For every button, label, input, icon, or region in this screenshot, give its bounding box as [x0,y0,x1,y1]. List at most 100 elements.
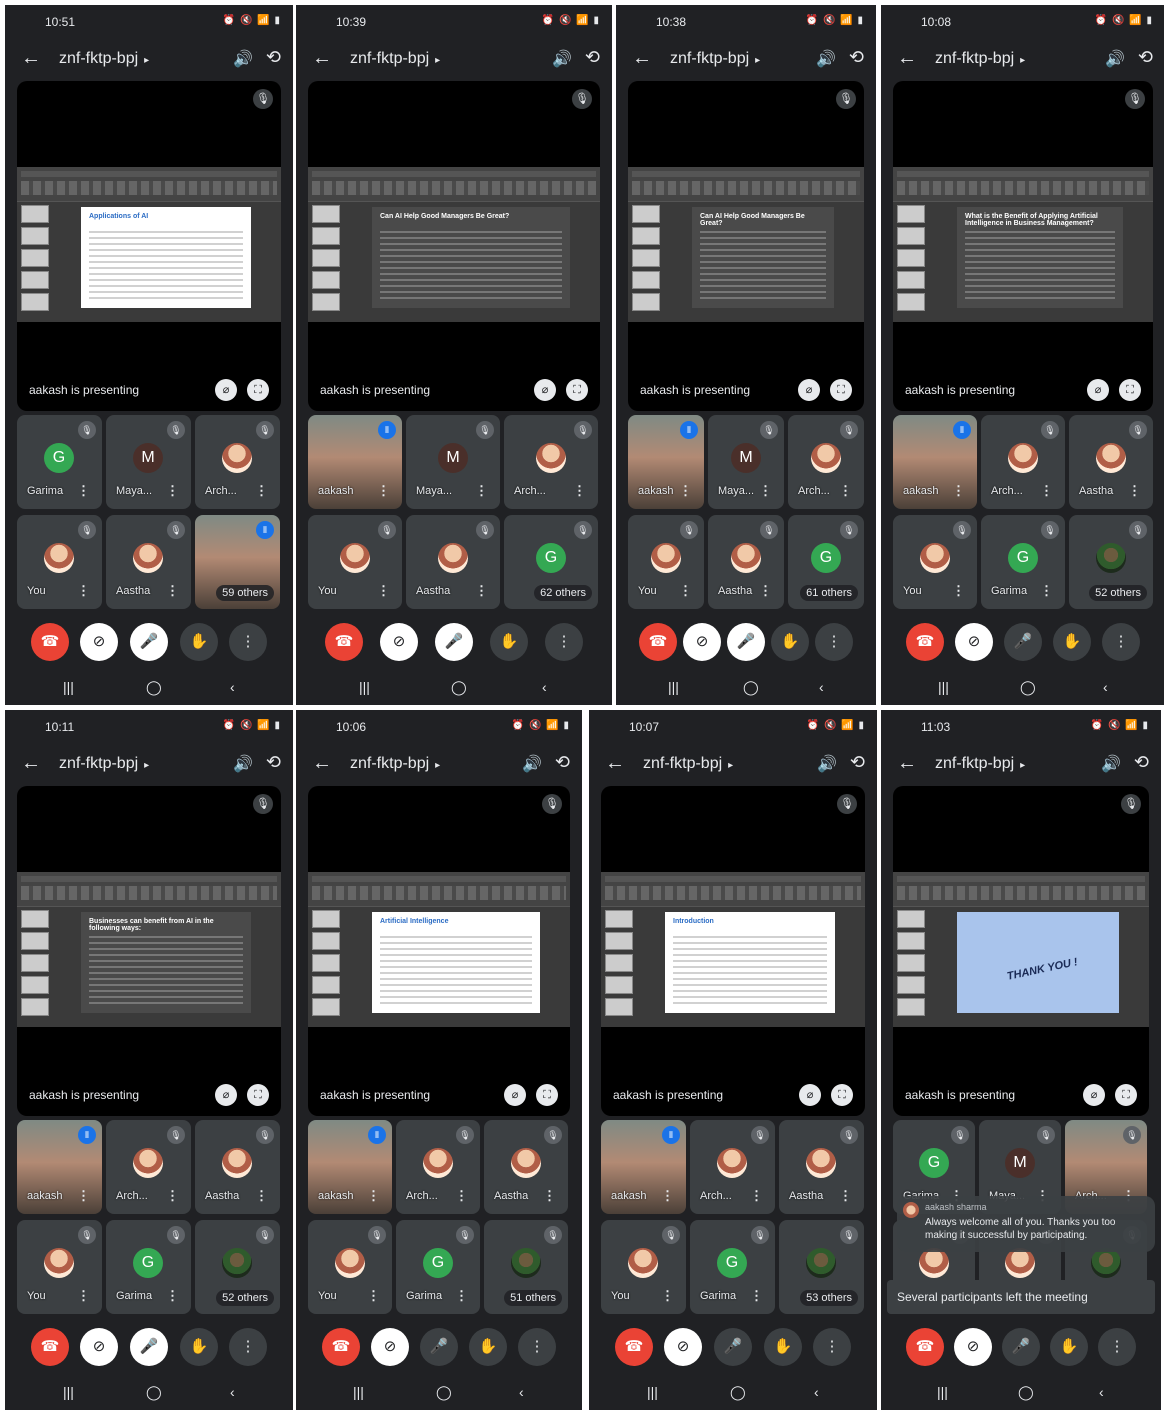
chat-message-popup[interactable]: aakash sharma Always welcome all of you. … [897,1196,1155,1252]
participant-tile[interactable]: 🎙 You ⋮ [628,515,704,609]
participant-tile[interactable]: ⦀ 59 others [195,515,280,609]
more-options-icon[interactable]: ⋮ [661,1188,674,1204]
speaker-icon[interactable]: 🔊 [816,49,836,69]
participant-tile[interactable]: 🎙 You ⋮ [17,515,102,609]
back-nav-icon[interactable]: ‹ [1099,1384,1104,1400]
participant-tile[interactable]: 🎙 Arch... ⋮ [788,415,864,509]
participant-tile[interactable]: 🎙 You ⋮ [17,1220,102,1314]
more-options-icon[interactable]: ⋮ [839,483,852,499]
switch-camera-icon[interactable]: ⟲ [266,47,281,68]
camera-off-button[interactable]: ⊘ [664,1328,702,1366]
more-options-icon[interactable]: ⋮ [679,483,692,499]
pin-off-icon[interactable]: ⌀ [1083,1084,1105,1106]
more-options-icon[interactable]: ⋮ [166,1188,179,1204]
participant-tile[interactable]: 🎙 51 others [484,1220,568,1314]
pin-off-icon[interactable]: ⌀ [504,1084,526,1106]
presentation-stage[interactable]: 🎙 Artificial Intelligence aakash is presen… [308,786,570,1116]
fullscreen-icon[interactable]: ⛶ [1119,379,1141,401]
more-options-icon[interactable]: ⋮ [377,483,390,499]
meeting-code[interactable]: znf-fktp-bpj ▸ [350,50,440,68]
mic-off-button[interactable]: 🎤 [435,623,473,661]
more-options-icon[interactable]: ⋮ [750,1288,763,1304]
meeting-code[interactable]: znf-fktp-bpj ▸ [935,50,1025,68]
more-options-icon[interactable]: ⋮ [377,583,390,599]
meeting-code[interactable]: znf-fktp-bpj ▸ [935,755,1025,773]
back-nav-icon[interactable]: ‹ [819,679,824,695]
participant-tile[interactable]: 🎙 52 others [195,1220,280,1314]
participant-tile[interactable]: ⦀ aakash ⋮ [308,415,402,509]
mic-on-button[interactable]: 🎤 [1004,623,1042,661]
participant-tile[interactable]: ⦀ aakash ⋮ [308,1120,392,1214]
more-options-icon[interactable]: ⋮ [77,483,90,499]
more-options-icon[interactable]: ⋮ [255,1188,268,1204]
back-nav-icon[interactable]: ‹ [1103,679,1108,695]
raise-hand-button[interactable]: ✋ [771,623,809,661]
back-arrow-icon[interactable]: ← [21,47,41,70]
camera-off-button[interactable]: ⊘ [954,1328,992,1366]
switch-camera-icon[interactable]: ⟲ [266,752,281,773]
more-options-icon[interactable]: ⋮ [475,583,488,599]
presentation-stage[interactable]: 🎙 Introduction aakash is presenting ⌀ ⛶ [601,786,865,1116]
more-options-icon[interactable]: ⋮ [77,1188,90,1204]
others-count[interactable]: 62 others [534,585,592,601]
end-call-button[interactable]: ☎ [31,623,69,661]
home-icon[interactable]: ◯ [730,1384,746,1401]
camera-off-button[interactable]: ⊘ [80,1328,118,1366]
recents-icon[interactable]: ||| [668,679,679,695]
more-options-icon[interactable]: ⋮ [839,1188,852,1204]
more-options-icon[interactable]: ⋮ [759,583,772,599]
participant-tile[interactable]: M🎙Maya...⋮ [708,415,784,509]
speaker-icon[interactable]: 🔊 [1105,49,1125,69]
more-options-icon[interactable]: ⋮ [952,583,965,599]
participant-tile[interactable]: G🎙 Garima ⋮ [396,1220,480,1314]
more-options-button[interactable]: ⋮ [813,1328,851,1366]
participant-tile[interactable]: 🎙 You ⋮ [308,515,402,609]
raise-hand-button[interactable]: ✋ [180,1328,218,1366]
recents-icon[interactable]: ||| [359,679,370,695]
fullscreen-icon[interactable]: ⛶ [566,379,588,401]
participant-tile[interactable]: 🎙 Aastha ⋮ [406,515,500,609]
more-options-icon[interactable]: ⋮ [679,583,692,599]
meeting-code[interactable]: znf-fktp-bpj ▸ [59,755,149,773]
home-icon[interactable]: ◯ [1020,679,1036,696]
more-options-icon[interactable]: ⋮ [166,583,179,599]
speaker-icon[interactable]: 🔊 [552,49,572,69]
camera-off-button[interactable]: ⊘ [380,623,418,661]
participant-tile[interactable]: 🎙 Aastha ⋮ [484,1120,568,1214]
recents-icon[interactable]: ||| [63,1384,74,1400]
speaker-icon[interactable]: 🔊 [1101,754,1121,774]
back-arrow-icon[interactable]: ← [897,47,917,70]
back-nav-icon[interactable]: ‹ [814,1384,819,1400]
participant-tile[interactable]: 🎙 You ⋮ [308,1220,392,1314]
end-call-button[interactable]: ☎ [906,623,944,661]
participant-tile[interactable]: 🎙 Arch... ⋮ [981,415,1065,509]
presentation-stage[interactable]: 🎙 What is the Benefit of Applying Artific… [893,81,1153,411]
participant-tile[interactable]: 🎙 You ⋮ [601,1220,686,1314]
speaker-icon[interactable]: 🔊 [233,754,253,774]
end-call-button[interactable]: ☎ [325,623,363,661]
others-count[interactable]: 52 others [1089,585,1147,601]
more-options-icon[interactable]: ⋮ [77,583,90,599]
participant-tile[interactable]: M🎙Maya...⋮ [406,415,500,509]
more-options-icon[interactable]: ⋮ [1128,483,1141,499]
home-icon[interactable]: ◯ [436,1384,452,1401]
fullscreen-icon[interactable]: ⛶ [247,1084,269,1106]
participant-tile[interactable]: M🎙Maya...⋮ [106,415,191,509]
speaker-icon[interactable]: 🔊 [817,754,837,774]
participant-tile[interactable]: G 🎙 62 others [504,515,598,609]
more-options-button[interactable]: ⋮ [815,623,853,661]
pin-off-icon[interactable]: ⌀ [215,379,237,401]
mic-on-button[interactable]: 🎤 [420,1328,458,1366]
mic-off-button[interactable]: 🎤 [727,623,765,661]
raise-hand-button[interactable]: ✋ [469,1328,507,1366]
back-arrow-icon[interactable]: ← [312,752,332,775]
more-options-icon[interactable]: ⋮ [1040,483,1053,499]
camera-off-button[interactable]: ⊘ [683,623,721,661]
recents-icon[interactable]: ||| [63,679,74,695]
presentation-stage[interactable]: 🎙 THANK YOU ! aakash is presenting ⌀ ⛶ [893,786,1149,1116]
recents-icon[interactable]: ||| [938,679,949,695]
others-count[interactable]: 53 others [800,1290,858,1306]
participant-tile[interactable]: G🎙 Garima ⋮ [981,515,1065,609]
more-options-icon[interactable]: ⋮ [77,1288,90,1304]
presentation-stage[interactable]: 🎙 Can AI Help Good Managers Be Great? aaka… [628,81,864,411]
